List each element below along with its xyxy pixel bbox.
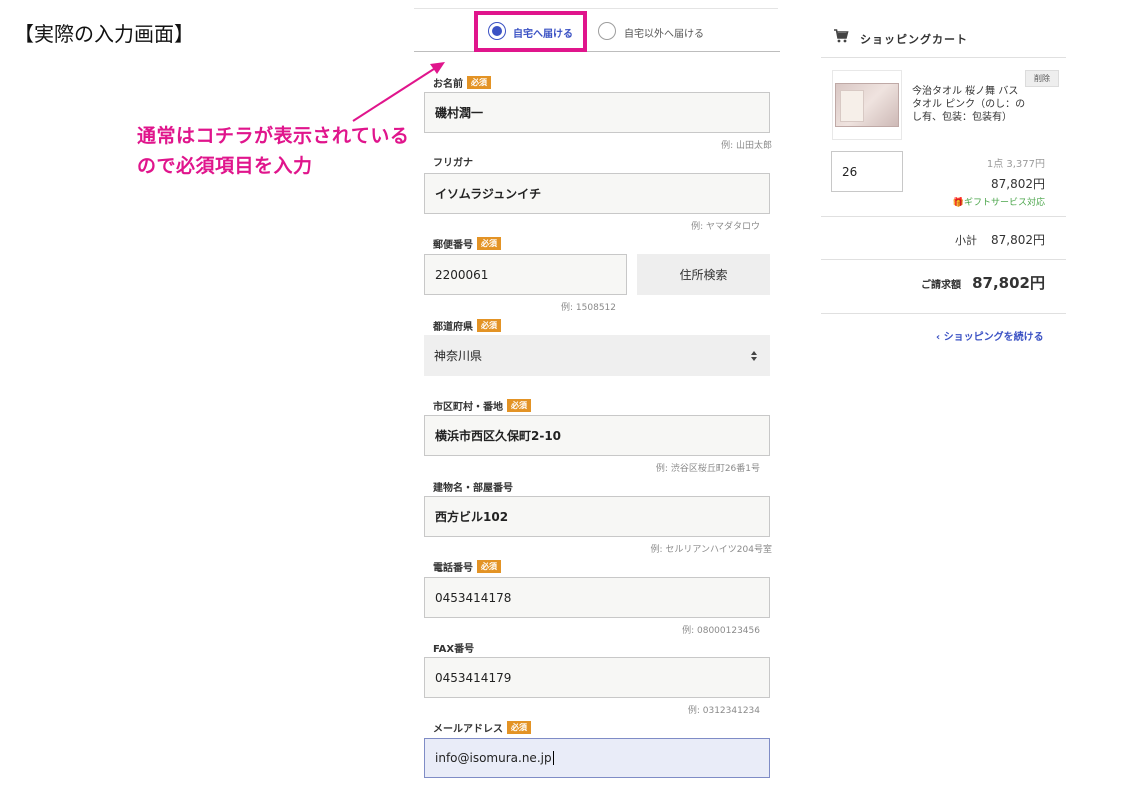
fax-input[interactable]: 0453414179: [424, 657, 770, 698]
name-label: お名前 必須: [433, 75, 491, 90]
required-badge: 必須: [507, 399, 531, 412]
address-search-button[interactable]: 住所検索: [637, 254, 770, 295]
annotation-line-1: 通常はコチラが表示されている: [137, 125, 410, 147]
select-arrows-icon: [751, 350, 757, 361]
gift-service: 🎁ギフトサービス対応: [952, 198, 1045, 208]
postal-hint: 例: 1508512: [561, 303, 616, 313]
prefecture-select[interactable]: 神奈川県: [424, 335, 770, 376]
building-label: 建物名・部屋番号: [433, 483, 513, 494]
fax-hint: 例: 0312341234: [687, 706, 760, 716]
annotation-line-2: ので必須項目を入力: [137, 155, 313, 177]
phone-hint: 例: 08000123456: [682, 626, 760, 636]
product-name[interactable]: 今治タオル 桜ノ舞 バスタオル ピンク（のし：のし有、包装：包装有）: [912, 85, 1027, 124]
name-hint: 例: 山田太郎: [721, 141, 772, 151]
building-hint: 例: セルリアンハイツ204号室: [650, 545, 772, 555]
kana-hint: 例: ヤマダタロウ: [691, 222, 760, 232]
building-input[interactable]: 西方ビル102: [424, 496, 770, 537]
email-label: メールアドレス 必須: [433, 720, 531, 735]
unit-price: 1点 3,377円: [986, 159, 1045, 170]
email-value: info@isomura.ne.jp: [435, 751, 552, 765]
tabs-divider: [414, 51, 780, 52]
kana-label: フリガナ: [433, 158, 473, 169]
product-thumbnail[interactable]: [832, 70, 902, 140]
email-input[interactable]: info@isomura.ne.jp: [424, 738, 770, 778]
kana-input[interactable]: イソムラジュンイチ: [424, 173, 770, 214]
page-caption: 【実際の入力画面】: [14, 22, 194, 46]
phone-label: 電話番号 必須: [433, 559, 501, 574]
city-label: 市区町村・番地 必須: [433, 398, 531, 413]
total-value: 87,802円: [972, 274, 1045, 292]
name-input[interactable]: 磯村潤一: [424, 92, 770, 133]
required-badge: 必須: [467, 76, 491, 89]
phone-input[interactable]: 0453414178: [424, 577, 770, 618]
quantity-input[interactable]: 26: [831, 151, 903, 192]
cart-divider: [821, 216, 1066, 217]
fax-label: FAX番号: [433, 644, 475, 655]
required-badge: 必須: [477, 319, 501, 332]
city-input[interactable]: 横浜市西区久保町2-10: [424, 415, 770, 456]
delivery-other-label[interactable]: 自宅以外へ届ける: [624, 25, 704, 40]
subtotal-value: 87,802円: [991, 233, 1045, 247]
chevron-left-icon: ‹: [936, 332, 944, 343]
required-badge: 必須: [477, 560, 501, 573]
gift-icon: 🎁: [952, 198, 964, 208]
delete-item-button[interactable]: 削除: [1025, 70, 1059, 87]
line-total: 87,802円: [991, 177, 1045, 191]
cart-divider: [821, 259, 1066, 260]
prefecture-value: 神奈川県: [434, 349, 483, 363]
top-divider: [414, 8, 778, 9]
cart-divider: [821, 313, 1066, 314]
required-badge: 必須: [477, 237, 501, 250]
city-hint: 例: 渋谷区桜丘町26番1号: [655, 464, 760, 474]
cart-title: ショッピングカート: [860, 33, 968, 46]
postal-input[interactable]: 2200061: [424, 254, 627, 295]
required-badge: 必須: [507, 721, 531, 734]
continue-shopping-link[interactable]: ‹ ショッピングを続ける: [936, 328, 1044, 343]
prefecture-label: 都道府県 必須: [433, 318, 501, 333]
cart-icon: [834, 29, 849, 43]
annotation-highlight-box: [474, 11, 587, 52]
text-caret: [552, 751, 554, 765]
cart-divider: [821, 57, 1066, 58]
delivery-other-radio[interactable]: [598, 22, 616, 40]
postal-label: 郵便番号 必須: [433, 236, 501, 251]
